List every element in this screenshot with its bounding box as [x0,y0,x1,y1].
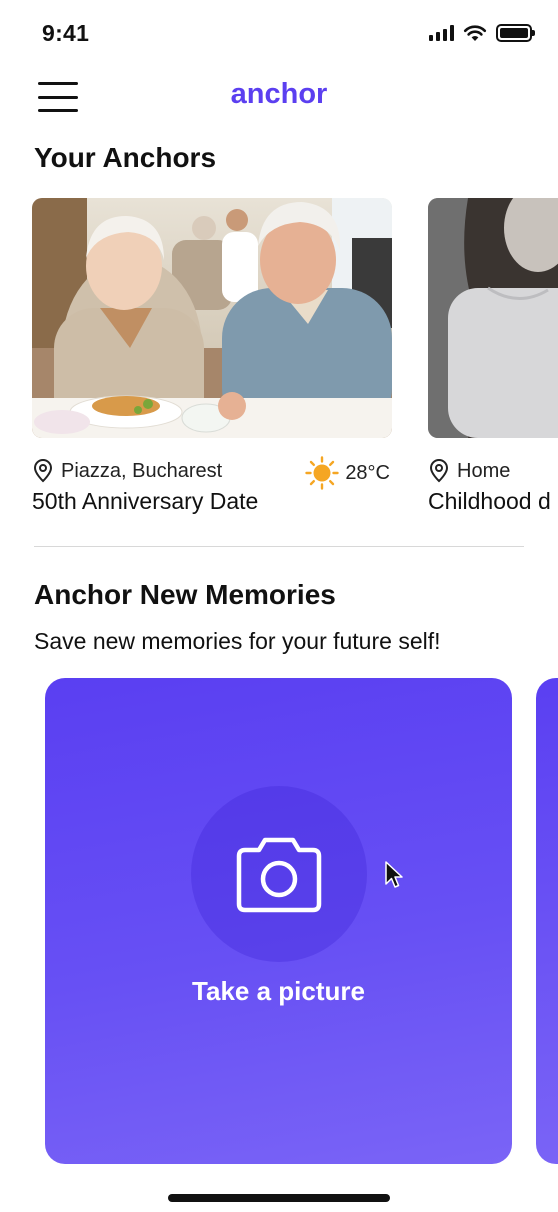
top-nav: anchor [0,64,558,128]
your-anchors-title: Your Anchors [34,142,217,173]
cellular-signal-icon [429,25,454,41]
battery-icon [496,24,535,42]
status-icons [429,22,535,44]
sun-icon [305,456,340,490]
anchors-carousel[interactable]: Piazza, Bucharest 28°C 50th Anniversary … [32,198,558,528]
new-memories-title: Anchor New Memories [34,579,336,610]
anchor-card[interactable]: Home Childhood d [428,198,558,515]
take-picture-label: Take a picture [192,976,365,1006]
anchor-location: Home [428,458,558,484]
take-picture-card[interactable]: Take a picture [45,678,512,1164]
section-divider [34,546,524,547]
mouse-cursor-icon [385,861,403,888]
anchor-location-text: Piazza, Bucharest [61,459,223,482]
anchor-temperature: 28°C [345,461,390,484]
camera-icon [236,837,322,913]
wifi-icon [463,25,487,41]
status-bar: 9:41 [0,0,558,64]
camera-button[interactable] [191,786,367,962]
new-memories-subtitle: Save new memories for your future self! [34,628,441,654]
location-pin-icon [428,459,450,483]
anchor-weather: 28°C [305,456,390,490]
anchor-location-text: Home [457,459,511,482]
next-memory-card[interactable] [536,678,558,1164]
anchor-title: 50th Anniversary Date [32,488,259,514]
anchor-title: Childhood d [428,488,551,514]
app-brand-title: anchor [230,78,328,110]
status-time: 9:41 [42,20,90,46]
home-indicator[interactable] [168,1194,390,1202]
anchor-photo [428,198,558,438]
location-pin-icon [32,459,54,483]
anchor-photo [32,198,392,438]
anchor-card[interactable]: Piazza, Bucharest 28°C 50th Anniversary … [32,198,392,515]
